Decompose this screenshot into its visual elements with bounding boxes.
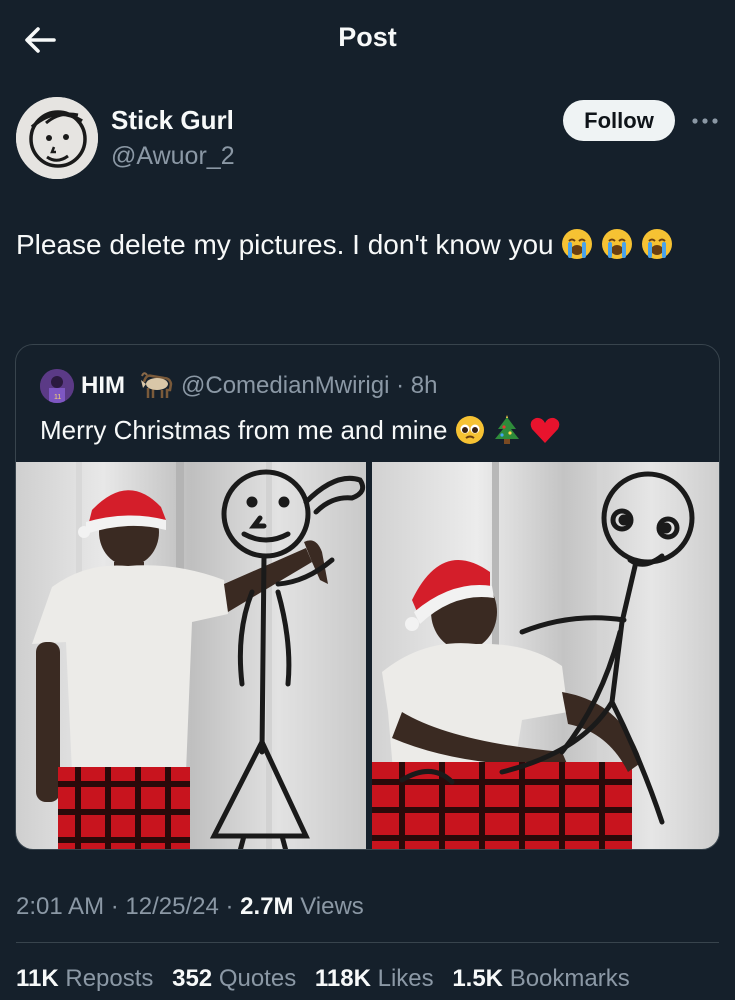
reposts-stat[interactable]: 11K Reposts bbox=[16, 965, 153, 992]
post-meta: 2:01 AM · 12/25/24 · 2.7M Views bbox=[16, 893, 364, 921]
more-horizontal-icon bbox=[692, 118, 718, 124]
quoted-body: Merry Christmas from me and mine bbox=[40, 415, 448, 445]
quoted-handle[interactable]: @ComedianMwirigi bbox=[181, 372, 389, 399]
stat-count: 352 bbox=[172, 965, 213, 992]
quoted-post[interactable]: 11 HIM @ComedianMwirigi · 8h Merry Chris… bbox=[15, 344, 720, 850]
quoted-text: Merry Christmas from me and mine bbox=[40, 415, 561, 452]
stat-count: 118K bbox=[314, 965, 371, 992]
red-heart-icon bbox=[529, 415, 561, 452]
stat-count: 1.5K bbox=[452, 965, 504, 992]
loudly-crying-face-icon bbox=[641, 228, 673, 272]
bookmarks-stat[interactable]: 1.5K Bookmarks bbox=[452, 965, 629, 992]
post-page: Post Stick Gurl @Awuor_2 Follow Please d… bbox=[0, 0, 735, 1000]
quoted-meta: @ComedianMwirigi · 8h bbox=[181, 372, 437, 400]
stat-label: Likes bbox=[377, 965, 434, 992]
likes-stat[interactable]: 118K Likes bbox=[315, 965, 434, 992]
tweet-text: Please delete my pictures. I don't know … bbox=[16, 224, 716, 272]
quotes-stat[interactable]: 352 Quotes bbox=[172, 965, 296, 992]
goat-icon bbox=[138, 370, 176, 405]
christmas-tree-icon bbox=[492, 415, 522, 452]
stat-count: 11K bbox=[16, 965, 59, 992]
loudly-crying-face-icon bbox=[601, 228, 633, 272]
pleading-face-icon bbox=[455, 415, 485, 452]
post-date[interactable]: 12/25/24 bbox=[125, 893, 218, 920]
stat-label: Bookmarks bbox=[509, 965, 630, 992]
svg-text:11: 11 bbox=[54, 394, 61, 401]
top-bar: Post bbox=[0, 0, 735, 78]
author-name[interactable]: Stick Gurl bbox=[111, 105, 234, 136]
post-time[interactable]: 2:01 AM bbox=[16, 893, 104, 920]
quoted-photo-2[interactable] bbox=[371, 462, 719, 849]
more-button[interactable] bbox=[690, 108, 720, 132]
quoted-time[interactable]: 8h bbox=[411, 372, 438, 399]
meta-separator: · bbox=[225, 893, 234, 920]
views-count: 2.7M bbox=[240, 893, 294, 920]
stat-label: Quotes bbox=[218, 965, 297, 992]
meta-separator: · bbox=[396, 372, 405, 399]
avatar[interactable] bbox=[16, 97, 98, 179]
meta-separator: · bbox=[110, 893, 119, 920]
stat-label: Reposts bbox=[65, 965, 154, 992]
stick-figure-avatar-icon bbox=[16, 97, 98, 179]
quoted-media[interactable] bbox=[16, 462, 719, 849]
views-label: Views bbox=[300, 893, 364, 920]
quoted-avatar[interactable]: 11 bbox=[40, 369, 74, 403]
page-title: Post bbox=[338, 22, 397, 52]
follow-button[interactable]: Follow bbox=[563, 100, 675, 141]
author-handle[interactable]: @Awuor_2 bbox=[111, 142, 235, 171]
quoted-photo-1[interactable] bbox=[16, 462, 366, 849]
loudly-crying-face-icon bbox=[561, 228, 593, 272]
tweet-body: Please delete my pictures. I don't know … bbox=[16, 229, 554, 260]
quoted-author-name[interactable]: HIM bbox=[81, 372, 125, 400]
divider bbox=[16, 942, 719, 943]
engagement-stats: 11K Reposts 352 Quotes 118K Likes 1.5K B… bbox=[16, 965, 642, 993]
